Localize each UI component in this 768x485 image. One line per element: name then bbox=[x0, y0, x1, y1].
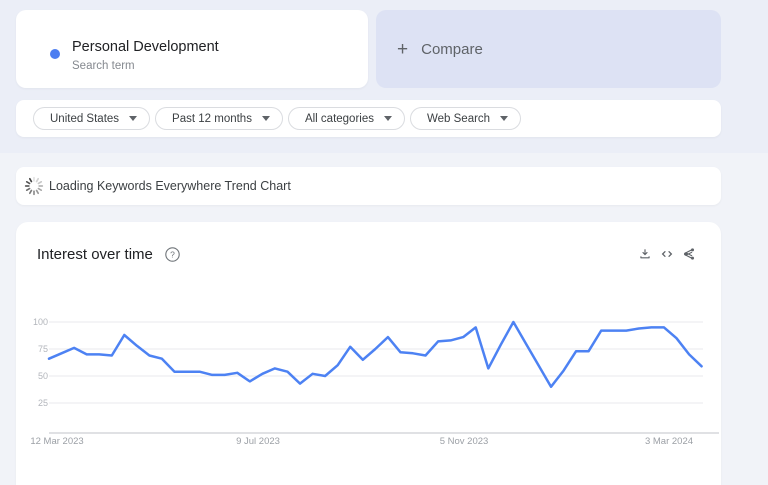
x-tick-label: 5 Nov 2023 bbox=[439, 436, 489, 447]
filter-region-dropdown[interactable]: United States bbox=[33, 107, 151, 130]
filter-region-value: United States bbox=[50, 112, 120, 125]
y-tick-label: 25 bbox=[37, 398, 48, 408]
dropdown-arrow-icon bbox=[500, 116, 509, 121]
compare-label: Compare bbox=[421, 40, 483, 58]
y-tick-label: 100 bbox=[32, 317, 48, 327]
filter-search-type-dropdown[interactable]: Web Search bbox=[410, 107, 522, 130]
y-tick-label: 75 bbox=[37, 344, 48, 354]
trend-chart[interactable]: 100 75 50 25 12 Mar 2023 9 Jul 2023 5 No… bbox=[16, 222, 721, 462]
search-term-card[interactable]: Personal Development Search term bbox=[16, 10, 368, 88]
plus-icon: + bbox=[397, 38, 409, 60]
trend-line-plot bbox=[47, 320, 719, 434]
search-term-label: Personal Development bbox=[72, 39, 219, 55]
x-tick-label: 9 Jul 2023 bbox=[236, 436, 280, 447]
dropdown-arrow-icon bbox=[129, 116, 138, 121]
loading-spinner-icon bbox=[24, 176, 44, 196]
filter-search-type-value: Web Search bbox=[427, 112, 491, 125]
interest-over-time-card: Interest over time ? 100 75 50 25 12 Mar… bbox=[16, 222, 721, 485]
loading-text: Loading Keywords Everywhere Trend Chart bbox=[49, 179, 291, 193]
x-tick-label: 12 Mar 2023 bbox=[30, 436, 84, 447]
series-color-dot-icon bbox=[50, 49, 60, 59]
filter-bar: United States Past 12 months All categor… bbox=[16, 100, 721, 137]
search-term-type: Search term bbox=[72, 60, 135, 72]
y-tick-label: 50 bbox=[37, 371, 48, 381]
filter-category-dropdown[interactable]: All categories bbox=[287, 107, 405, 130]
add-comparison-button[interactable]: + Compare bbox=[376, 10, 721, 88]
filter-time-value: Past 12 months bbox=[172, 112, 252, 125]
loading-banner: Loading Keywords Everywhere Trend Chart bbox=[16, 167, 721, 205]
dropdown-arrow-icon bbox=[384, 116, 392, 121]
filter-time-dropdown[interactable]: Past 12 months bbox=[155, 107, 283, 130]
x-tick-label: 3 Mar 2024 bbox=[644, 436, 694, 447]
dropdown-arrow-icon bbox=[261, 116, 270, 121]
filter-category-value: All categories bbox=[304, 112, 374, 125]
